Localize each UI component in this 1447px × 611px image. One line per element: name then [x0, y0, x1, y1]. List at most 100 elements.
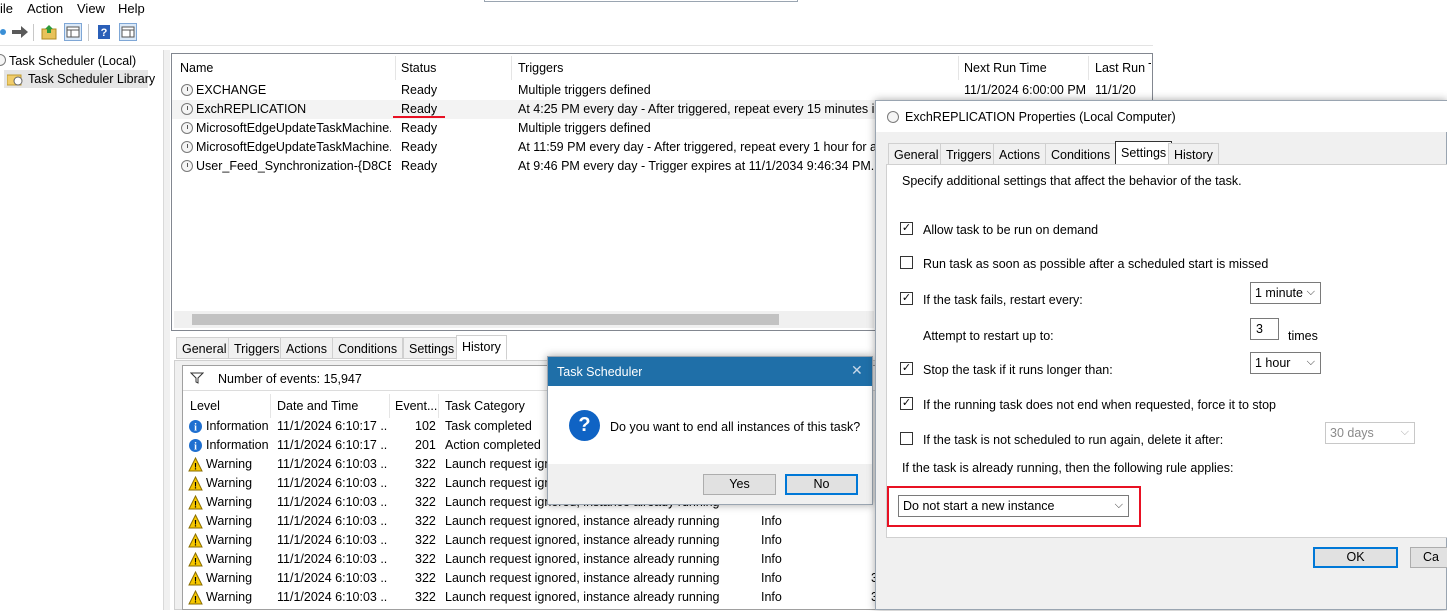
restart-on-fail-checkbox[interactable]: ✓: [900, 292, 913, 305]
folder-up-icon[interactable]: [40, 23, 58, 41]
props-tab-triggers[interactable]: Triggers: [940, 143, 998, 165]
column-divider[interactable]: [511, 56, 512, 80]
task-clock-icon: [181, 160, 193, 172]
column-header-date[interactable]: Date and Time: [277, 399, 358, 413]
run-missed-checkbox[interactable]: [900, 256, 913, 269]
confirm-dialog-title: Task Scheduler: [557, 365, 643, 379]
props-tab-general[interactable]: General: [888, 143, 945, 165]
attempt-count-input[interactable]: 3: [1250, 318, 1279, 340]
task-clock-icon: [181, 141, 193, 153]
events-count: Number of events: 15,947: [218, 372, 362, 386]
help-icon[interactable]: ?: [95, 23, 113, 41]
history-row[interactable]: ! Warning 11/1/2024 6:10:03 ... 322 Launch r…: [183, 531, 881, 550]
menu-file[interactable]: ile: [0, 1, 13, 16]
allow-demand-checkbox[interactable]: ✓: [900, 222, 913, 235]
navigation-tree: Task Scheduler (Local) Task Scheduler Li…: [0, 50, 164, 610]
history-event-id: 102: [415, 419, 436, 433]
menu-action[interactable]: Action: [27, 1, 63, 16]
cancel-button[interactable]: Ca: [1410, 547, 1447, 568]
history-event-id: 322: [415, 476, 436, 490]
props-tab-actions[interactable]: Actions: [993, 143, 1046, 165]
history-level: Warning: [206, 533, 253, 547]
task-next-run: 11/1/2024 6:00:00 PM: [964, 83, 1087, 97]
question-icon: ?: [569, 410, 600, 441]
props-tab-history[interactable]: History: [1168, 143, 1219, 165]
svg-text:!: !: [194, 481, 197, 491]
task-name: EXCHANGE: [196, 83, 267, 97]
stop-duration-value: 1 hour: [1255, 356, 1291, 370]
filter-icon[interactable]: [189, 372, 205, 387]
history-date: 11/1/2024 6:10:03 ...: [277, 552, 387, 566]
yes-button[interactable]: Yes: [703, 474, 776, 495]
column-header-event-id[interactable]: Event...: [395, 399, 437, 413]
tab-actions[interactable]: Actions: [280, 337, 333, 359]
tree-root-label[interactable]: Task Scheduler (Local): [9, 54, 136, 68]
column-divider[interactable]: [389, 394, 390, 418]
history-level: Information: [206, 438, 269, 452]
tab-settings[interactable]: Settings: [403, 337, 461, 359]
column-divider[interactable]: [1088, 56, 1089, 80]
column-divider[interactable]: [438, 394, 439, 418]
history-row[interactable]: ! Warning 11/1/2024 6:10:03 ... 322 Launch r…: [183, 569, 881, 588]
delete-after-select[interactable]: 30 days ⌵: [1325, 422, 1415, 444]
svg-text:?: ?: [101, 27, 108, 39]
tab-history[interactable]: History: [456, 335, 507, 360]
tree-item-library[interactable]: Task Scheduler Library: [4, 70, 155, 88]
column-header-status[interactable]: Status: [401, 61, 436, 75]
restart-interval-select[interactable]: 1 minute ⌵: [1250, 282, 1321, 304]
force-stop-checkbox[interactable]: ✓: [900, 397, 913, 410]
chevron-down-icon: ⌵: [1400, 426, 1409, 438]
task-status: Ready: [401, 159, 438, 173]
column-header-triggers[interactable]: Triggers: [518, 61, 563, 75]
scrollbar-thumb[interactable]: [192, 314, 779, 325]
column-divider[interactable]: [395, 56, 396, 80]
column-header-level[interactable]: Level: [190, 399, 220, 413]
forward-arrow-icon[interactable]: [11, 23, 29, 41]
task-row[interactable]: EXCHANGE Ready Multiple triggers defined…: [172, 81, 1152, 100]
ok-button[interactable]: OK: [1313, 547, 1398, 568]
history-level: Warning: [206, 552, 253, 566]
column-header-last-run[interactable]: Last Run T: [1095, 61, 1151, 75]
tab-triggers[interactable]: Triggers: [228, 337, 286, 359]
tab-general[interactable]: General: [176, 337, 233, 359]
column-divider[interactable]: [270, 394, 271, 418]
show-hide-tree-icon[interactable]: [64, 23, 82, 41]
task-last-run: 11/1/20: [1095, 83, 1136, 97]
allow-demand-label: Allow task to be run on demand: [923, 223, 1099, 237]
delete-after-label: If the task is not scheduled to run agai…: [923, 433, 1224, 447]
column-divider[interactable]: [958, 56, 959, 80]
no-button[interactable]: No: [785, 474, 858, 495]
rule-select[interactable]: Do not start a new instance ⌵: [898, 495, 1129, 517]
run-missed-label: Run task as soon as possible after a sch…: [923, 257, 1269, 271]
history-level: Warning: [206, 457, 253, 471]
toolbar-separator: [33, 24, 34, 41]
history-level: Warning: [206, 495, 253, 509]
pane-splitter[interactable]: [164, 50, 170, 610]
history-op-code: Info: [761, 533, 782, 547]
column-header-name[interactable]: Name: [180, 61, 213, 75]
warning-icon: !: [188, 475, 203, 491]
history-row[interactable]: ! Warning 11/1/2024 6:10:03 ... 322 Launch r…: [183, 588, 881, 607]
stop-long-checkbox[interactable]: ✓: [900, 362, 913, 375]
menu-view[interactable]: View: [77, 1, 105, 16]
delete-after-checkbox[interactable]: [900, 432, 913, 445]
properties-icon[interactable]: [119, 23, 137, 41]
menu-help[interactable]: Help: [118, 1, 145, 16]
warning-icon: !: [188, 494, 203, 510]
attempt-label: Attempt to restart up to:: [923, 329, 1054, 343]
tab-conditions[interactable]: Conditions: [332, 337, 404, 359]
history-category: Launch request ignored, instance already…: [445, 552, 720, 566]
props-tab-conditions[interactable]: Conditions: [1045, 143, 1117, 165]
props-tab-settings[interactable]: Settings: [1115, 141, 1173, 166]
stop-duration-select[interactable]: 1 hour ⌵: [1250, 352, 1321, 374]
column-header-next-run[interactable]: Next Run Time: [964, 61, 1047, 75]
history-row[interactable]: ! Warning 11/1/2024 6:10:03 ... 322 Launch r…: [183, 512, 881, 531]
properties-dialog: ExchREPLICATION Properties (Local Comput…: [875, 100, 1447, 610]
properties-titlebar: ExchREPLICATION Properties (Local Comput…: [876, 101, 1447, 132]
column-header-category[interactable]: Task Category: [445, 399, 525, 413]
history-row[interactable]: ! Warning 11/1/2024 6:10:03 ... 322 Launch r…: [183, 550, 881, 569]
close-icon[interactable]: ✕: [851, 362, 863, 379]
history-date: 11/1/2024 6:10:17 ...: [277, 438, 387, 452]
task-list-horizontal-scrollbar[interactable]: [174, 311, 874, 328]
svg-text:!: !: [194, 500, 197, 510]
